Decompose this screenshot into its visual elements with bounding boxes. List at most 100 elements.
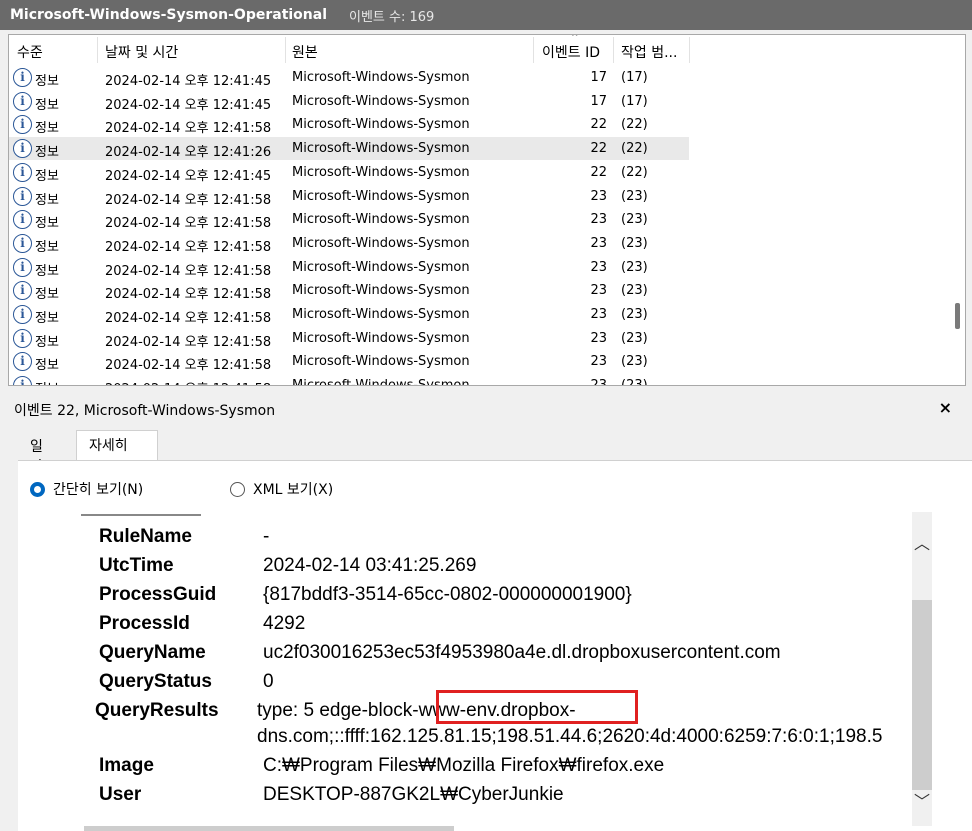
xml-view-radio[interactable]: XML 보기(X) — [230, 479, 333, 499]
table-row[interactable]: i정보 2024-02-14 오후 12:41:58 Microsoft-Windo… — [9, 256, 689, 279]
info-icon: i — [13, 352, 32, 372]
cell-event-id: 23 — [590, 212, 607, 228]
table-row[interactable]: i정보 2024-02-14 오후 12:41:58 Microsoft-Windo… — [9, 279, 689, 302]
column-level[interactable]: 수준 — [17, 42, 43, 62]
table-row[interactable]: i정보 2024-02-14 오후 12:41:58 Microsoft-Windo… — [9, 185, 689, 208]
friendly-view-radio[interactable]: 간단히 보기(N) — [30, 479, 143, 499]
cell-level: 정보 — [35, 97, 59, 113]
cell-task: (17) — [621, 93, 648, 109]
field-value: uc2f030016253ec53f4953980a4e.dl.dropboxu… — [263, 642, 781, 663]
event-detail-header: 이벤트 22, Microsoft-Windows-Sysmon — [14, 403, 276, 419]
cell-source: Microsoft-Windows-Sysmon — [292, 235, 470, 251]
cell-source: Microsoft-Windows-Sysmon — [292, 307, 470, 322]
cell-task: (22) — [621, 117, 648, 133]
table-row[interactable]: i정보 2024-02-14 오후 12:41:58 Microsoft-Windo… — [9, 232, 689, 255]
table-row[interactable]: i 정보 2024-02-14 오후 12:41:45 Microsoft-Windo… — [9, 66, 689, 89]
event-list[interactable]: 수준 날짜 및 시간 원본 ^ 이벤트 ID 작업 범... i 정보 2024-0… — [8, 34, 966, 386]
cell-source: Microsoft-Windows-Sysmon — [292, 164, 470, 180]
cell-event-id: 17 — [590, 93, 607, 109]
cell-level: 정보 — [35, 311, 59, 326]
cell-source: Microsoft-Windows-Sysmon — [292, 212, 470, 228]
field-key: RuleName — [99, 526, 192, 547]
table-row[interactable]: i 정보 2024-02-14 오후 12:41:45 Microsoft-Windo… — [9, 90, 689, 113]
radio-unselected-icon — [230, 481, 245, 497]
info-icon: i — [13, 115, 32, 135]
scrollbar-thumb[interactable] — [912, 600, 932, 790]
cell-level: 정보 — [35, 145, 59, 161]
cell-source: Microsoft-Windows-Sysmon — [292, 259, 470, 275]
table-row[interactable]: i 정보 2024-02-14 오후 12:41:45 Microsoft-Windo… — [9, 161, 689, 184]
event-data-scrollbar[interactable]: ︿ ﹀ — [912, 512, 932, 826]
field-value: {817bddf3-3514-65cc-0802-000000001900} — [263, 584, 632, 605]
info-icon: i — [13, 328, 32, 348]
table-row[interactable]: i정보 2024-02-14 오후 12:41:58 Microsoft-Windo… — [9, 113, 689, 136]
cell-task: (23) — [621, 283, 648, 299]
cell-level: 정보 — [35, 358, 59, 374]
info-icon: i — [13, 68, 32, 87]
table-row[interactable]: i정보 2024-02-14 오후 12:41:58 Microsoft-Windo… — [9, 208, 689, 231]
cell-source: Microsoft-Windows-Sysmon — [292, 283, 470, 299]
info-icon: i — [13, 186, 32, 206]
scrollbar-thumb[interactable] — [955, 303, 960, 329]
cell-level: 정보 — [35, 121, 59, 137]
field-value: 0 — [263, 671, 274, 692]
field-key: ProcessId — [99, 613, 190, 634]
cell-source: Microsoft-Windows-Sysmon — [292, 188, 470, 204]
cell-level: 정보 — [35, 74, 59, 89]
cell-task: (17) — [621, 70, 648, 85]
cell-level: 정보 — [35, 192, 59, 208]
table-row[interactable]: i정보 2024-02-14 오후 12:41:58 Microsoft-Windo… — [9, 350, 689, 373]
event-list-header: 수준 날짜 및 시간 원본 ^ 이벤트 ID 작업 범... — [9, 35, 949, 65]
horizontal-scrollbar-thumb[interactable] — [84, 826, 454, 831]
cell-datetime: 2024-02-14 오후 12:41:58 — [105, 378, 271, 385]
cell-event-id: 23 — [590, 354, 607, 370]
event-data-view[interactable]: RuleName - UtcTime 2024-02-14 03:41:25.269 P… — [42, 514, 912, 826]
chevron-up-icon[interactable]: ︿ — [914, 530, 930, 554]
cell-source: Microsoft-Windows-Sysmon — [292, 141, 470, 157]
friendly-view-label: 간단히 보기(N) — [53, 482, 144, 498]
cell-datetime: 2024-02-14 오후 12:41:58 — [105, 334, 272, 350]
table-row[interactable]: i정보 2024-02-14 오후 12:41:58 Microsoft-Windo… — [9, 303, 689, 326]
info-icon: i — [13, 139, 32, 159]
close-icon[interactable]: × — [939, 398, 952, 417]
event-list-scrollbar[interactable] — [949, 35, 965, 385]
cell-datetime: 2024-02-14 오후 12:41:45 — [105, 97, 272, 113]
info-icon: i — [13, 376, 32, 385]
info-icon: i — [13, 305, 32, 324]
cell-task: (23) — [621, 330, 648, 346]
field-key: Image — [99, 755, 154, 776]
cell-datetime: 2024-02-14 오후 12:41:58 — [105, 239, 272, 255]
cell-task: (23) — [621, 259, 648, 275]
chevron-down-icon[interactable]: ﹀ — [914, 788, 930, 812]
cell-datetime: 2024-02-14 오후 12:41:58 — [105, 192, 272, 208]
field-value: DESKTOP-887GK2L₩CyberJunkie — [263, 784, 564, 805]
table-row[interactable]: i정보 2024-02-14 오후 12:41:58 Microsoft-Windo… — [9, 374, 689, 386]
info-icon: i — [13, 162, 32, 182]
column-source[interactable]: 원본 — [292, 42, 318, 62]
table-row[interactable]: i정보 2024-02-14 오후 12:41:58 Microsoft-Windo… — [9, 327, 689, 350]
cell-event-id: 23 — [590, 188, 607, 204]
tab-details-label: 자세히 — [89, 438, 128, 454]
cell-event-id: 23 — [590, 259, 607, 275]
field-value: 2024-02-14 03:41:25.269 — [263, 555, 477, 576]
table-row[interactable]: i 정보 2024-02-14 오후 12:41:26 Microsoft-Windo… — [9, 137, 689, 161]
cell-task: (23) — [621, 235, 648, 251]
cell-datetime: 2024-02-14 오후 12:41:58 — [105, 121, 272, 137]
field-value: - — [263, 526, 270, 547]
column-task[interactable]: 작업 범... — [621, 42, 677, 62]
cell-level: 정보 — [35, 263, 59, 279]
info-icon: i — [13, 281, 32, 301]
cell-event-id: 17 — [590, 70, 607, 85]
field-key: UtcTime — [99, 555, 174, 576]
info-icon: i — [13, 233, 32, 253]
column-event-id[interactable]: 이벤트 ID — [542, 42, 600, 62]
cell-source: Microsoft-Windows-Sysmon — [292, 378, 470, 386]
cell-event-id: 23 — [590, 235, 607, 251]
field-key: QueryStatus — [99, 671, 212, 692]
column-datetime[interactable]: 날짜 및 시간 — [105, 42, 178, 62]
radio-selected-icon — [30, 481, 45, 497]
cell-event-id: 22 — [590, 141, 607, 157]
tab-details[interactable]: 자세히 — [76, 430, 158, 461]
cell-task: (23) — [621, 378, 648, 386]
cell-event-id: 23 — [590, 307, 607, 322]
